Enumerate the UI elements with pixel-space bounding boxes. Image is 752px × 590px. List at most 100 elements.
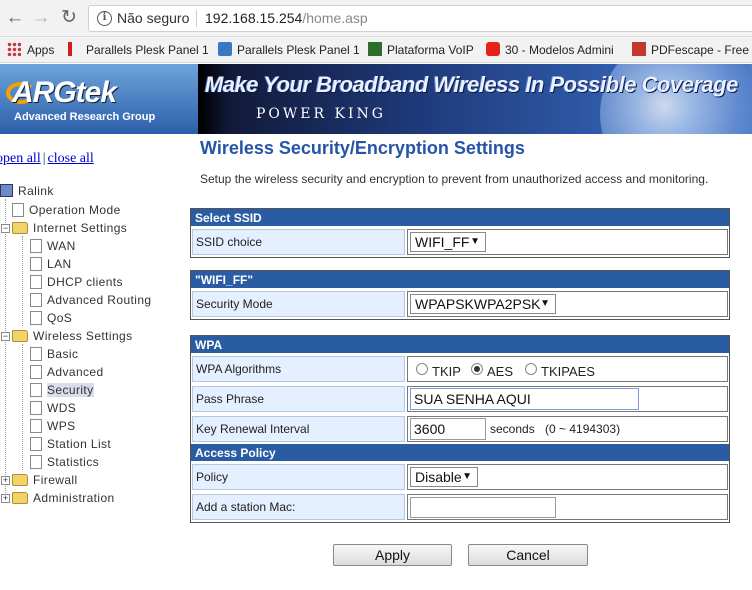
tree-item-lan[interactable]: LAN <box>30 255 72 273</box>
tree-label: WAN <box>47 239 76 253</box>
page-icon <box>30 365 42 379</box>
tree-item-dhcp-clients[interactable]: DHCP clients <box>30 273 123 291</box>
tree-item-advanced-routing[interactable]: Advanced Routing <box>30 291 151 309</box>
tree-label: WPS <box>47 419 76 433</box>
tree-label: Station List <box>47 437 112 451</box>
tree-folder-firewall[interactable]: Firewall <box>12 471 78 489</box>
tree-item-basic[interactable]: Basic <box>30 345 78 363</box>
wpa-section: WPA WPA Algorithms TKIP AES TKIPAES Pass… <box>190 335 730 523</box>
tree-folder-internet-settings[interactable]: Internet Settings <box>12 219 127 237</box>
tkip-radio[interactable] <box>416 363 428 375</box>
wpa-algorithms-row: WPA Algorithms TKIP AES TKIPAES <box>191 354 729 384</box>
plesk-puzzle-icon <box>218 42 232 56</box>
select-ssid-section: Select SSID SSID choice WIFI_FF ▼ <box>190 208 730 258</box>
page-icon <box>30 455 42 469</box>
key-renewal-input[interactable]: 3600 <box>410 418 486 440</box>
renewal-range: (0 ~ 4194303) <box>545 422 621 436</box>
bookmark-voip[interactable]: Plataforma VoIP <box>368 41 474 59</box>
bookmark-modelos[interactable]: 30 - Modelos Admini <box>486 41 614 59</box>
page-icon <box>30 293 42 307</box>
bookmark-apps[interactable]: Apps <box>7 41 54 59</box>
bookmark-plesk-2[interactable]: Parallels Plesk Panel 1 <box>218 41 360 59</box>
collapse-icon[interactable]: − <box>1 332 10 341</box>
ssid-select[interactable]: WIFI_FF ▼ <box>410 232 486 252</box>
tree-folder-wireless-settings[interactable]: Wireless Settings <box>12 327 133 345</box>
section-header: Select SSID <box>191 209 729 227</box>
cancel-button[interactable]: Cancel <box>468 544 588 566</box>
bookmark-label: PDFescape - Free O <box>651 43 752 57</box>
bookmark-plesk-1[interactable]: Parallels Plesk Panel 1 <box>68 41 209 59</box>
folder-open-icon <box>12 330 28 342</box>
tkipaes-radio[interactable] <box>525 363 537 375</box>
address-bar[interactable]: i Não seguro 192.168.15.254/home.asp <box>88 5 752 32</box>
expand-icon[interactable]: + <box>1 476 10 485</box>
computer-icon <box>0 184 13 197</box>
tree-label: DHCP clients <box>47 275 123 289</box>
tree-root-ralink[interactable]: Ralink <box>0 182 54 200</box>
tree-item-wds[interactable]: WDS <box>30 399 76 417</box>
field-value-cell <box>407 494 728 520</box>
bookmark-pdfescape[interactable]: PDFescape - Free O <box>632 41 752 59</box>
voip-icon <box>368 42 382 56</box>
argtek-logo: ARGtek Advanced Research Group <box>0 64 198 134</box>
folder-icon <box>12 474 28 486</box>
tree-item-advanced[interactable]: Advanced <box>30 363 104 381</box>
tree-line <box>22 344 23 470</box>
plesk-icon <box>68 42 72 56</box>
pass-phrase-input[interactable]: SUA SENHA AQUI <box>410 388 639 410</box>
apps-icon <box>7 42 21 56</box>
tree-label: Ralink <box>18 184 54 198</box>
tree-label: Internet Settings <box>33 221 128 235</box>
policy-select[interactable]: Disable ▼ <box>410 467 478 487</box>
tree-label: Administration <box>33 491 115 505</box>
url-host: 192.168.15.254 <box>205 10 303 26</box>
apply-button[interactable]: Apply <box>333 544 452 566</box>
station-mac-input[interactable] <box>410 497 556 518</box>
folder-icon <box>12 492 28 504</box>
expand-icon[interactable]: + <box>1 494 10 503</box>
radio-label: TKIP <box>432 364 461 379</box>
field-label: Pass Phrase <box>192 386 405 412</box>
back-arrow-icon[interactable]: ← <box>4 7 26 29</box>
page-icon <box>30 239 42 253</box>
aes-radio[interactable] <box>471 363 483 375</box>
tree-line <box>5 199 6 499</box>
tree-label: Firewall <box>33 473 78 487</box>
pass-phrase-row: Pass Phrase SUA SENHA AQUI <box>191 384 729 414</box>
tree-item-station-list[interactable]: Station List <box>30 435 111 453</box>
tree-item-statistics[interactable]: Statistics <box>30 453 99 471</box>
logo-text: ARGtek <box>12 76 117 109</box>
security-mode-select[interactable]: WPAPSKWPA2PSK ▼ <box>410 294 556 314</box>
banner-tagline: POWER KING <box>256 106 386 122</box>
key-renewal-row: Key Renewal Interval 3600 seconds (0 ~ 4… <box>191 414 729 444</box>
tree-item-operation-mode[interactable]: Operation Mode <box>12 201 121 219</box>
pdfescape-icon <box>632 42 646 56</box>
radio-label: AES <box>487 364 514 379</box>
security-status: Não seguro <box>117 10 190 26</box>
tree-item-security[interactable]: Security <box>30 381 94 399</box>
dropdown-arrow-icon: ▼ <box>462 471 472 482</box>
reload-icon[interactable]: ↻ <box>58 7 80 29</box>
tree-controls: open all | close all <box>0 151 94 167</box>
forward-arrow-icon[interactable]: → <box>30 7 52 29</box>
tree-item-wan[interactable]: WAN <box>30 237 76 255</box>
tree-item-qos[interactable]: QoS <box>30 309 72 327</box>
bookmark-label: Plataforma VoIP <box>387 43 474 57</box>
page-icon <box>30 347 42 361</box>
collapse-icon[interactable]: − <box>1 224 10 233</box>
info-icon[interactable]: i <box>97 11 112 26</box>
tree-label: WDS <box>47 401 77 415</box>
page-title: Wireless Security/Encryption Settings <box>200 138 525 158</box>
ssid-security-section: "WIFI_FF" Security Mode WPAPSKWPA2PSK ▼ <box>190 270 730 320</box>
section-header: "WIFI_FF" <box>191 271 729 289</box>
tree-folder-administration[interactable]: Administration <box>12 489 115 507</box>
open-all-link[interactable]: open all <box>0 151 41 166</box>
divider <box>190 195 730 196</box>
field-value-cell: WPAPSKWPA2PSK ▼ <box>407 291 728 317</box>
close-all-link[interactable]: close all <box>48 151 94 166</box>
tree-item-wps[interactable]: WPS <box>30 417 76 435</box>
tree-label: Security <box>47 383 94 397</box>
url-text: 192.168.15.254/home.asp <box>205 10 368 26</box>
field-label: WPA Algorithms <box>192 356 405 382</box>
bookmarks-bar: Apps Parallels Plesk Panel 1 Parallels P… <box>0 37 752 63</box>
